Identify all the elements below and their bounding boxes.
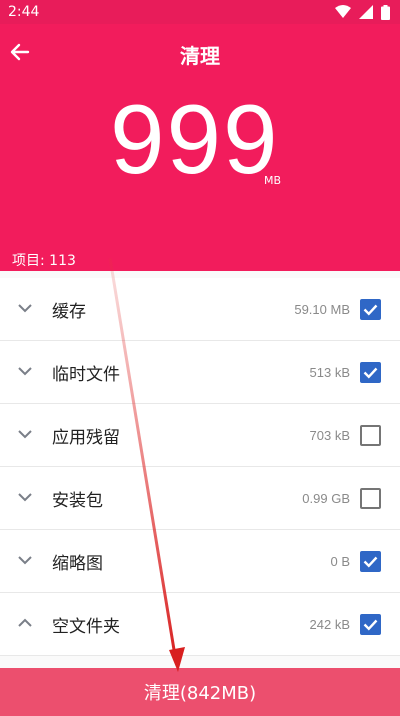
category-size: 513 kB — [309, 364, 350, 380]
category-label: 缓存 — [52, 301, 86, 322]
chevron-down-icon[interactable] — [17, 489, 33, 505]
checkbox-icon[interactable] — [360, 299, 381, 320]
chevron-down-icon[interactable] — [17, 363, 33, 379]
category-label: 临时文件 — [52, 364, 120, 385]
category-size: 0 B — [330, 553, 350, 569]
page-title: 清理 — [180, 44, 220, 68]
category-label: 空文件夹 — [52, 616, 120, 637]
wifi-icon — [335, 5, 351, 18]
category-size: 59.10 MB — [294, 301, 350, 317]
category-size: 242 kB — [309, 616, 350, 632]
category-label: 缩略图 — [52, 553, 103, 574]
clean-button[interactable]: 清理(842MB) — [0, 668, 400, 716]
category-list: 缓存 59.10 MB 临时文件 513 kB 应用残留 703 kB 安装包 … — [0, 278, 400, 656]
items-count: 项目: 113 — [12, 253, 76, 269]
chevron-down-icon[interactable] — [17, 300, 33, 316]
battery-icon — [381, 4, 390, 20]
checkbox-icon[interactable] — [360, 425, 381, 446]
chevron-down-icon[interactable] — [17, 552, 33, 568]
total-size-value: 999 — [110, 84, 280, 194]
chevron-down-icon[interactable] — [17, 426, 33, 442]
category-row-empty-folders[interactable]: 空文件夹 242 kB — [0, 593, 400, 656]
total-size-unit: MB — [264, 174, 282, 187]
category-row-apk[interactable]: 安装包 0.99 GB — [0, 467, 400, 530]
category-size: 703 kB — [309, 427, 350, 443]
category-row-thumbnails[interactable]: 缩略图 0 B — [0, 530, 400, 593]
category-label: 安装包 — [52, 490, 103, 511]
category-row-cache[interactable]: 缓存 59.10 MB — [0, 278, 400, 341]
checkbox-icon[interactable] — [360, 614, 381, 635]
checkbox-icon[interactable] — [360, 362, 381, 383]
category-size: 0.99 GB — [302, 490, 350, 506]
checkbox-icon[interactable] — [360, 488, 381, 509]
checkbox-icon[interactable] — [360, 551, 381, 572]
chevron-up-icon[interactable] — [17, 615, 33, 631]
category-label: 应用残留 — [52, 427, 120, 448]
status-bar: 2:44 — [0, 0, 400, 24]
header: 清理 999 MB 项目: 113 — [0, 24, 400, 271]
category-row-app-residue[interactable]: 应用残留 703 kB — [0, 404, 400, 467]
status-time: 2:44 — [8, 4, 40, 20]
signal-icon — [359, 5, 373, 19]
category-row-temp-files[interactable]: 临时文件 513 kB — [0, 341, 400, 404]
